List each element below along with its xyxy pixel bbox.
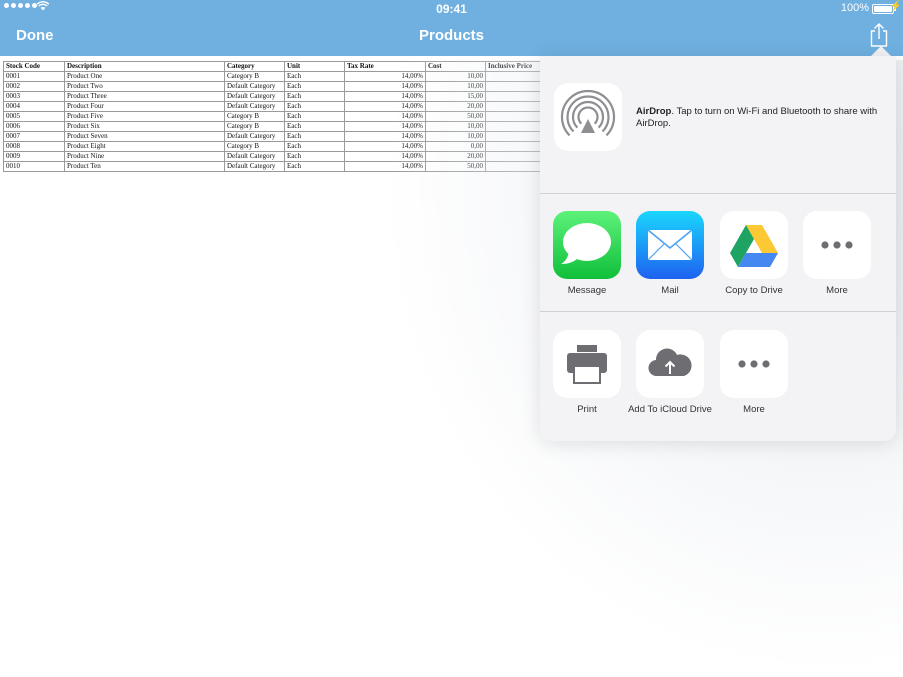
charging-icon: ⚡: [889, 1, 902, 12]
page-title: Products: [418, 27, 484, 44]
table-cell: Default Category: [224, 151, 285, 162]
popover-arrow: [871, 46, 891, 56]
table-cell: Default Category: [224, 131, 285, 142]
table-cell: Product Four: [64, 101, 225, 112]
table-cell: Product Eight: [64, 141, 225, 152]
mail-icon: [647, 229, 693, 261]
table-cell: 0007: [3, 131, 65, 142]
table-cell: 0003: [3, 91, 65, 102]
table-cell: Product Ten: [64, 161, 225, 172]
more-actions-button[interactable]: [720, 330, 788, 398]
more-icon: [738, 360, 770, 368]
table-cell: 0009: [3, 151, 65, 162]
airdrop-icon[interactable]: [554, 83, 622, 151]
table-cell: Category B: [224, 141, 285, 152]
table-cell: Category B: [224, 121, 285, 132]
table-cell: Default Category: [224, 81, 285, 92]
table-cell: 0006: [3, 121, 65, 132]
table-cell: Each: [284, 101, 345, 112]
table-cell: Product Five: [64, 111, 225, 122]
mail-app-button[interactable]: [636, 211, 704, 279]
table-cell: Each: [284, 141, 345, 152]
table-cell: Product Three: [64, 91, 225, 102]
table-cell: Each: [284, 71, 345, 82]
print-button[interactable]: [553, 330, 621, 398]
table-cell: Each: [284, 111, 345, 122]
more-icon: [821, 241, 853, 249]
navigation-bar: 09:41 100% ⚡ Done Products: [0, 0, 903, 56]
status-time: 09:41: [436, 2, 467, 16]
message-app-button[interactable]: [553, 211, 621, 279]
table-cell: Default Category: [224, 161, 285, 172]
google-drive-icon: [730, 225, 778, 267]
table-cell: Product One: [64, 71, 225, 82]
column-header: Description: [64, 61, 225, 72]
table-cell: Each: [284, 161, 345, 172]
table-cell: 0010: [3, 161, 65, 172]
status-bar: 09:41 100% ⚡: [0, 0, 903, 16]
more-apps-button[interactable]: [803, 211, 871, 279]
column-header: Category: [224, 61, 285, 72]
copy-to-drive-button[interactable]: [720, 211, 788, 279]
printer-icon: [567, 345, 607, 384]
airdrop-description: AirDrop. Tap to turn on Wi-Fi and Blueto…: [636, 106, 888, 130]
more-apps-label: More: [826, 285, 848, 296]
add-to-icloud-drive-button[interactable]: [636, 330, 704, 398]
table-cell: 0008: [3, 141, 65, 152]
table-cell: 0004: [3, 101, 65, 112]
table-cell: 0001: [3, 71, 65, 82]
column-header: Stock Code: [3, 61, 65, 72]
icloud-upload-icon: [648, 348, 692, 377]
airdrop-instructions: . Tap to turn on Wi-Fi and Bluetooth to …: [636, 106, 878, 129]
table-cell: Each: [284, 131, 345, 142]
table-cell: Each: [284, 91, 345, 102]
table-cell: 0005: [3, 111, 65, 122]
table-cell: Category B: [224, 71, 285, 82]
table-cell: Each: [284, 121, 345, 132]
divider: [540, 193, 896, 194]
more-actions-label: More: [743, 404, 765, 415]
message-icon: [561, 223, 611, 264]
share-icon[interactable]: [866, 22, 892, 48]
table-cell: Each: [284, 81, 345, 92]
share-sheet: AirDrop. Tap to turn on Wi-Fi and Blueto…: [540, 56, 896, 441]
divider: [540, 311, 896, 312]
table-cell: Product Nine: [64, 151, 225, 162]
column-header: Unit: [284, 61, 345, 72]
table-cell: Each: [284, 151, 345, 162]
table-cell: Product Seven: [64, 131, 225, 142]
table-cell: Product Two: [64, 81, 225, 92]
table-cell: 0002: [3, 81, 65, 92]
battery-percentage: 100%: [840, 2, 869, 14]
table-cell: Default Category: [224, 101, 285, 112]
table-cell: Default Category: [224, 91, 285, 102]
table-cell: Product Six: [64, 121, 225, 132]
table-cell: Category B: [224, 111, 285, 122]
airdrop-title: AirDrop: [636, 106, 672, 117]
